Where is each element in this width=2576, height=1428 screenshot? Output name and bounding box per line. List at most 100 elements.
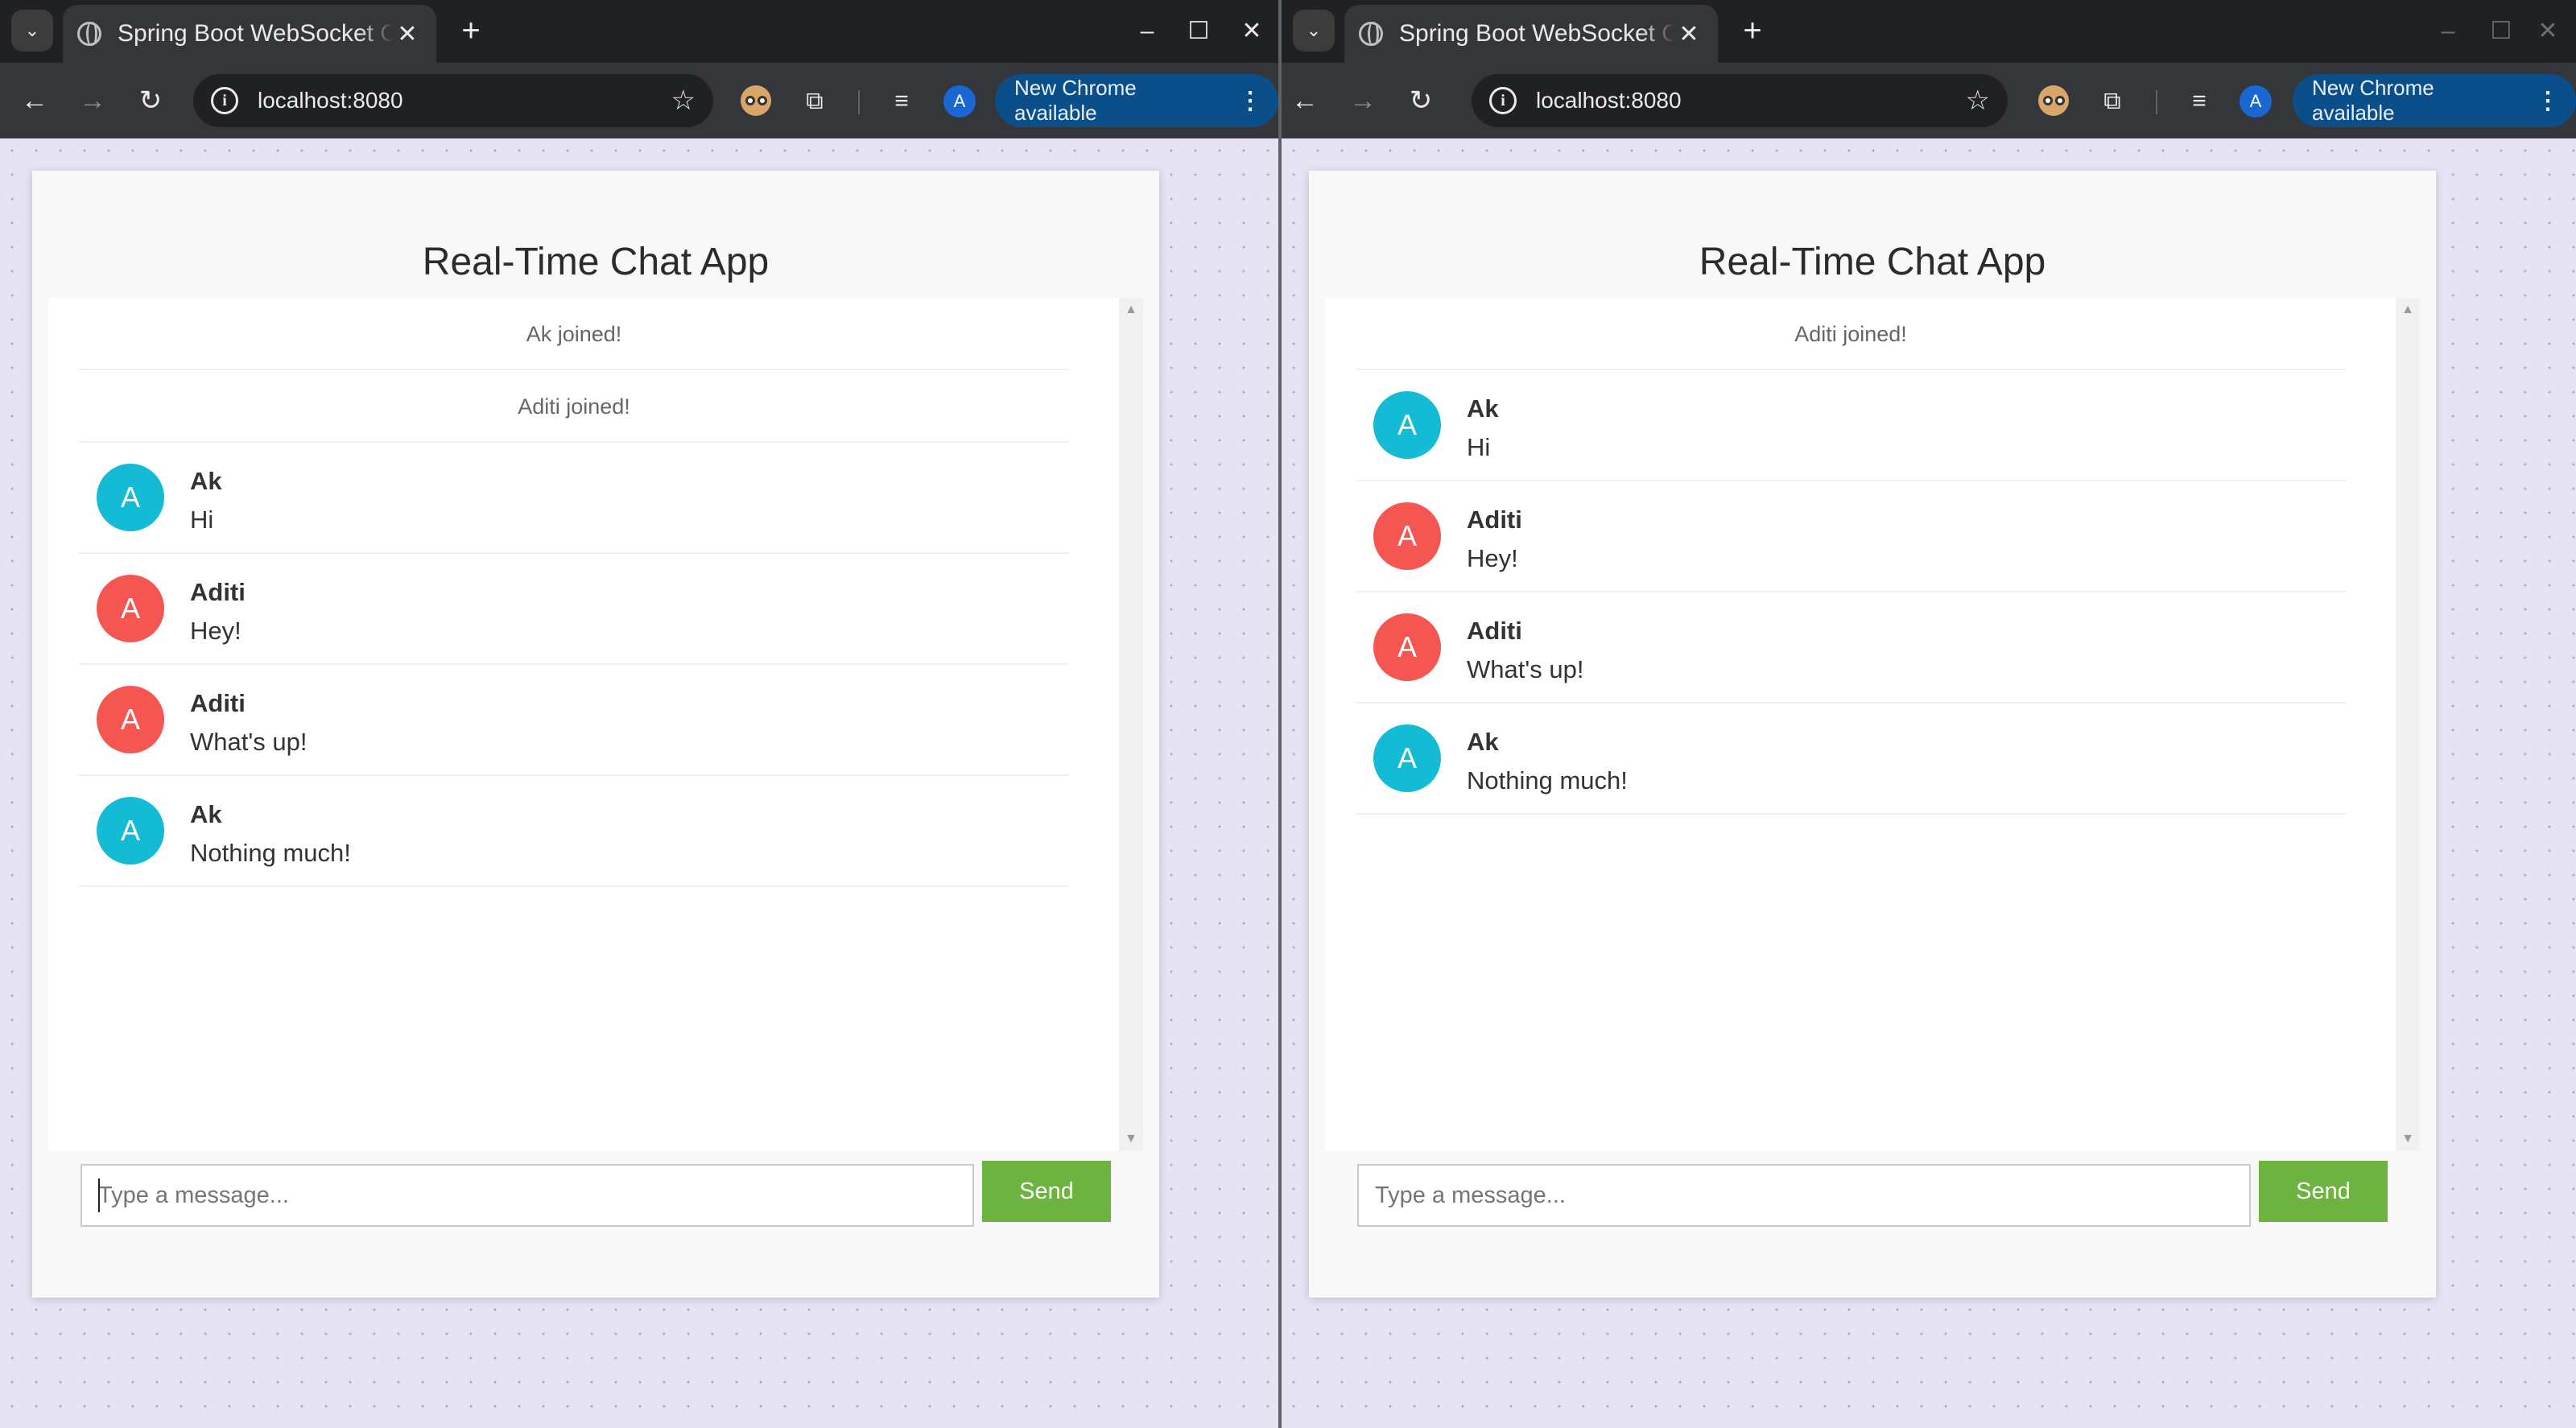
chat-message: A Ak Hi: [79, 443, 1069, 554]
maximize-icon[interactable]: ☐: [1179, 11, 1219, 52]
profile-avatar[interactable]: A: [943, 85, 976, 118]
message-text: Hi: [190, 506, 214, 534]
tab-strip: ⌄ Spring Boot WebSocket Chat ✕ + – ☐ ✕: [1282, 0, 2576, 63]
puzzle-icon[interactable]: ⧉: [797, 84, 832, 119]
avatar: A: [97, 464, 164, 531]
message-sender: Ak: [1467, 728, 1499, 756]
update-chrome-button[interactable]: New Chrome available ⋮: [995, 74, 1278, 127]
chat-message: A Aditi What's up!: [79, 665, 1069, 776]
back-icon[interactable]: ←: [1283, 79, 1327, 122]
chat-app-card: Real-Time Chat App Ak joined! Aditi join…: [32, 171, 1159, 1298]
minimize-icon[interactable]: –: [1127, 11, 1167, 52]
join-event: Aditi joined!: [1356, 298, 2346, 370]
globe-icon: [77, 22, 101, 46]
profile-avatar[interactable]: A: [2240, 85, 2272, 118]
avatar: A: [1373, 391, 1441, 459]
tab-strip: ⌄ Spring Boot WebSocket Chat ✕ + – ☐ ✕: [0, 0, 1278, 63]
message-sender: Aditi: [1467, 506, 1522, 534]
toolbar-divider: [858, 90, 860, 114]
update-chrome-button[interactable]: New Chrome available ⋮: [2293, 74, 2576, 127]
back-icon[interactable]: ←: [13, 79, 56, 122]
message-sender: Aditi: [190, 578, 246, 606]
join-event: Ak joined!: [79, 298, 1069, 370]
scroll-up-icon[interactable]: ▲: [2396, 298, 2420, 322]
media-controls-icon[interactable]: ≡: [2182, 84, 2217, 119]
avatar: A: [97, 575, 164, 642]
media-controls-icon[interactable]: ≡: [884, 84, 919, 119]
new-tab-icon[interactable]: +: [1732, 11, 1773, 52]
browser-toolbar: ← → ↻ i localhost:8080 ☆ ⧉ ≡ A New Chrom…: [0, 63, 1278, 138]
scrollbar[interactable]: ▲ ▼: [1119, 298, 1143, 1151]
message-list: Aditi joined! A Ak Hi A Aditi Hey! A Adi…: [1356, 298, 2346, 815]
toolbar-divider: [2156, 90, 2157, 114]
message-text: Hey!: [1467, 544, 1518, 572]
message-text: What's up!: [1467, 655, 1584, 683]
close-tab-icon[interactable]: ✕: [1674, 20, 1703, 48]
message-input[interactable]: [1357, 1164, 2251, 1227]
message-sender: Aditi: [190, 689, 246, 717]
page-title: Real-Time Chat App: [422, 241, 770, 283]
tab-search-icon[interactable]: ⌄: [1293, 10, 1335, 52]
message-text: Hi: [1467, 433, 1491, 461]
chat-app-card: Real-Time Chat App Aditi joined! A Ak Hi…: [1309, 171, 2436, 1298]
tab-title: Spring Boot WebSocket Chat: [118, 20, 393, 47]
message-text: What's up!: [190, 728, 308, 756]
chat-message: A Ak Nothing much!: [1356, 704, 2346, 815]
address-bar[interactable]: i localhost:8080 ☆: [1472, 74, 2008, 127]
url-text[interactable]: localhost:8080: [258, 88, 671, 113]
send-button[interactable]: Send: [2259, 1161, 2388, 1222]
avatar: A: [1373, 724, 1441, 792]
avatar: A: [1373, 502, 1441, 570]
chat-message: A Aditi Hey!: [1356, 481, 2346, 592]
scroll-up-icon[interactable]: ▲: [1119, 298, 1143, 322]
join-event: Aditi joined!: [79, 370, 1069, 443]
forward-icon[interactable]: →: [1341, 79, 1385, 122]
send-button[interactable]: Send: [982, 1161, 1111, 1222]
globe-icon: [1359, 22, 1383, 46]
info-icon[interactable]: i: [211, 87, 238, 114]
maximize-icon[interactable]: ☐: [2481, 11, 2521, 52]
forward-icon[interactable]: →: [71, 79, 114, 122]
minimize-icon[interactable]: –: [2428, 11, 2468, 52]
puzzle-icon[interactable]: ⧉: [2095, 84, 2130, 119]
owl-extension-icon[interactable]: [2038, 85, 2069, 116]
message-area: Ak joined! Aditi joined! A Ak Hi A Aditi…: [48, 298, 1143, 1151]
text-cursor: [98, 1178, 100, 1212]
tab-active[interactable]: Spring Boot WebSocket Chat ✕: [1344, 5, 1718, 63]
browser-window-left: ⌄ Spring Boot WebSocket Chat ✕ + – ☐ ✕ ←…: [0, 0, 1278, 1428]
message-list: Ak joined! Aditi joined! A Ak Hi A Aditi…: [79, 298, 1069, 887]
scroll-down-icon[interactable]: ▼: [1119, 1127, 1143, 1151]
star-icon[interactable]: ☆: [671, 85, 696, 117]
message-sender: Ak: [1467, 394, 1499, 423]
scrollbar[interactable]: ▲ ▼: [2396, 298, 2420, 1151]
close-window-icon[interactable]: ✕: [1232, 11, 1272, 52]
chat-message: A Ak Hi: [1356, 370, 2346, 481]
address-bar[interactable]: i localhost:8080 ☆: [193, 74, 713, 127]
url-text[interactable]: localhost:8080: [1536, 88, 1966, 113]
reload-icon[interactable]: ↻: [1399, 79, 1443, 122]
chat-message: A Ak Nothing much!: [79, 776, 1069, 887]
close-tab-icon[interactable]: ✕: [393, 20, 422, 48]
tab-title: Spring Boot WebSocket Chat: [1399, 20, 1674, 47]
tab-search-icon[interactable]: ⌄: [11, 10, 53, 52]
page-viewport: Real-Time Chat App Aditi joined! A Ak Hi…: [1282, 138, 2576, 1428]
avatar: A: [97, 797, 164, 865]
avatar: A: [97, 686, 164, 753]
tab-active[interactable]: Spring Boot WebSocket Chat ✕: [63, 5, 436, 63]
chat-message: A Aditi Hey!: [79, 554, 1069, 665]
message-area: Aditi joined! A Ak Hi A Aditi Hey! A Adi…: [1325, 298, 2420, 1151]
browser-toolbar: ← → ↻ i localhost:8080 ☆ ⧉ ≡ A New Chrom…: [1282, 63, 2576, 138]
chat-message: A Aditi What's up!: [1356, 592, 2346, 704]
browser-window-right: ⌄ Spring Boot WebSocket Chat ✕ + – ☐ ✕ ←…: [1282, 0, 2576, 1428]
reload-icon[interactable]: ↻: [129, 79, 172, 122]
close-window-icon[interactable]: ✕: [2528, 11, 2568, 52]
message-text: Nothing much!: [1467, 766, 1628, 794]
star-icon[interactable]: ☆: [1966, 85, 1990, 117]
message-input[interactable]: [80, 1164, 974, 1227]
kebab-menu-icon: ⋮: [2536, 87, 2560, 114]
owl-extension-icon[interactable]: [741, 85, 771, 116]
info-icon[interactable]: i: [1489, 87, 1517, 114]
new-tab-icon[interactable]: +: [451, 11, 491, 52]
scroll-down-icon[interactable]: ▼: [2396, 1127, 2420, 1151]
message-text: Hey!: [190, 617, 242, 645]
